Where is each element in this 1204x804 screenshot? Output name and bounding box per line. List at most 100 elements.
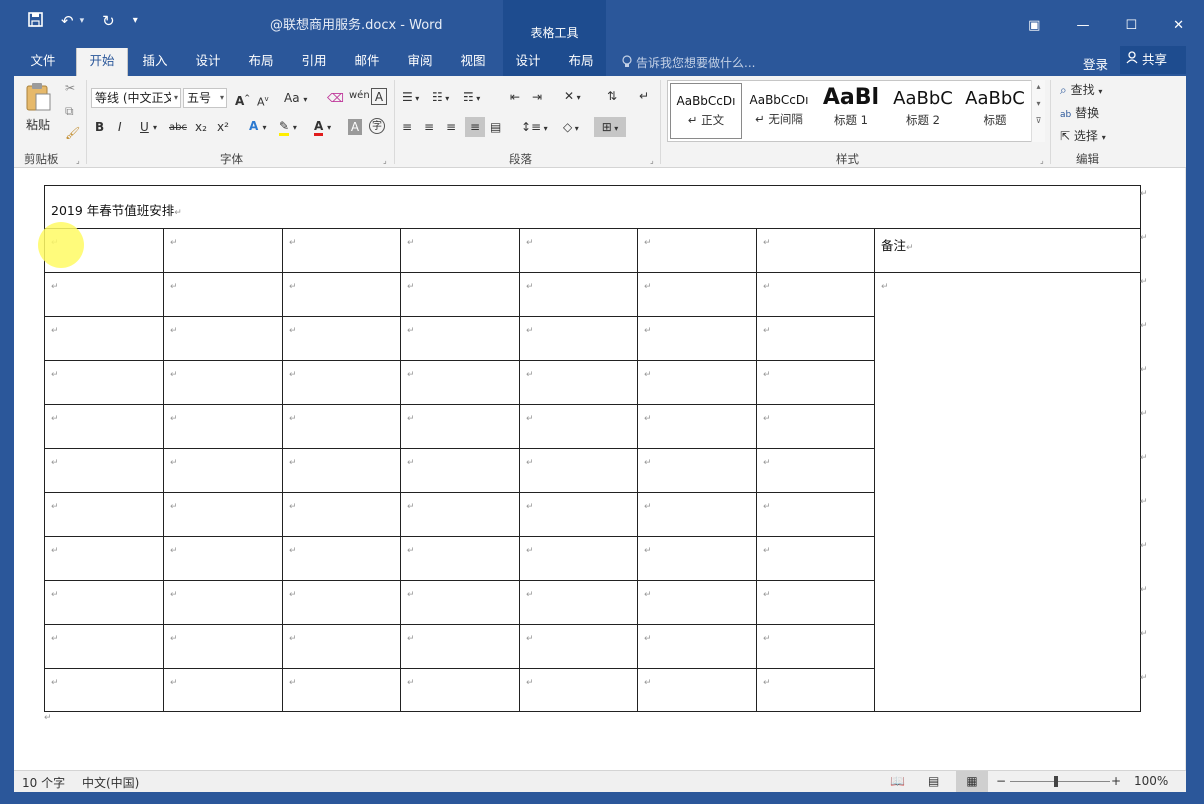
italic-button[interactable]: I (118, 119, 122, 135)
minimize-icon[interactable]: — (1076, 18, 1089, 33)
table-cell[interactable]: ↵ (282, 360, 401, 405)
save-icon[interactable] (28, 12, 43, 30)
styles-launcher-icon[interactable]: ⌟ (1040, 156, 1044, 165)
table-cell[interactable]: ↵ (400, 448, 520, 493)
tab-layout[interactable]: 布局 (236, 46, 286, 76)
replace-button[interactable]: ab 替换 (1060, 104, 1099, 121)
zoom-in-button[interactable]: + (1111, 774, 1121, 788)
duty-table[interactable]: 2019 年春节值班安排↵ ↵ ↵ ↵ ↵ ↵ ↵ ↵ 备注↵ ↵ ↵ ↵ ↵ … (44, 185, 1141, 712)
phonetic-guide-icon[interactable]: wén (349, 88, 370, 104)
font-name-combo[interactable]: 等线 (中文正文 ▾ (91, 88, 181, 108)
table-cell[interactable]: ↵ (163, 316, 283, 361)
tab-view[interactable]: 视图 (448, 46, 498, 76)
bold-button[interactable]: B (95, 119, 104, 135)
zoom-slider-handle[interactable] (1054, 776, 1058, 787)
increase-indent-icon[interactable]: ⇥ (532, 89, 542, 105)
shading-icon[interactable]: ◇ ▾ (563, 119, 579, 137)
table-cell[interactable]: ↵ (519, 624, 638, 669)
table-cell[interactable]: ↵ (282, 580, 401, 625)
find-button[interactable]: ⌕ 查找 ▾ (1060, 81, 1102, 98)
style-heading-2[interactable]: AaBbC 标题 2 (887, 83, 959, 139)
decrease-indent-icon[interactable]: ⇤ (510, 89, 520, 105)
font-color-icon[interactable]: A ▾ (314, 118, 331, 136)
table-cell[interactable]: ↵ (163, 580, 283, 625)
font-size-combo[interactable]: 五号 ▾ (183, 88, 227, 108)
justify-icon[interactable]: ≡ (465, 117, 485, 137)
superscript-button[interactable]: x² (217, 119, 229, 135)
chinese-layout-icon[interactable]: ✕ ▾ (564, 88, 581, 106)
table-cell[interactable]: ↵ (756, 624, 875, 669)
table-cell[interactable]: ↵ (44, 404, 164, 449)
remarks-header-cell[interactable]: 备注↵ (874, 228, 1141, 273)
table-cell[interactable]: ↵ (519, 360, 638, 405)
table-cell[interactable]: ↵ (400, 536, 520, 581)
table-cell[interactable]: ↵ (163, 492, 283, 537)
table-cell[interactable]: ↵ (637, 492, 757, 537)
strikethrough-button[interactable]: abc (169, 120, 187, 136)
table-cell[interactable]: ↵ (44, 536, 164, 581)
table-cell[interactable]: ↵ (44, 580, 164, 625)
table-cell[interactable]: ↵ (637, 404, 757, 449)
table-cell[interactable]: ↵ (756, 580, 875, 625)
table-cell[interactable]: ↵ (282, 228, 401, 273)
table-cell[interactable]: ↵ (44, 624, 164, 669)
font-launcher-icon[interactable]: ⌟ (383, 156, 387, 165)
table-cell[interactable]: ↵ (637, 316, 757, 361)
table-cell[interactable]: ↵ (163, 668, 283, 712)
subscript-button[interactable]: x₂ (195, 119, 207, 135)
shrink-font-icon[interactable]: Av (257, 91, 269, 111)
tab-mailings[interactable]: 邮件 (342, 46, 392, 76)
style-title[interactable]: AaBbC 标题 (959, 83, 1031, 139)
table-cell[interactable]: ↵ (756, 668, 875, 712)
table-cell[interactable]: ↵ (756, 448, 875, 493)
document-canvas[interactable]: 2019 年春节值班安排↵ ↵ ↵ ↵ ↵ ↵ ↵ ↵ 备注↵ ↵ ↵ ↵ ↵ … (14, 168, 1186, 770)
table-cell[interactable]: ↵ (282, 272, 401, 317)
table-cell[interactable]: ↵ (756, 404, 875, 449)
align-left-icon[interactable]: ≡ (402, 119, 412, 135)
table-cell[interactable]: ↵ (400, 404, 520, 449)
table-cell[interactable]: ↵ (163, 448, 283, 493)
enclose-character-icon[interactable]: A (371, 88, 387, 105)
table-cell[interactable]: ↵ (163, 272, 283, 317)
format-painter-icon[interactable]: 🖌 (65, 125, 80, 141)
table-cell[interactable]: ↵ (756, 360, 875, 405)
multilevel-list-icon[interactable]: ☶ ▾ (463, 89, 480, 107)
align-center-icon[interactable]: ≡ (424, 119, 434, 135)
select-button[interactable]: ⇱ 选择 ▾ (1060, 127, 1106, 144)
style-heading-1[interactable]: AaBl 标题 1 (815, 83, 887, 139)
tab-home[interactable]: 开始 (76, 48, 128, 76)
show-hide-marks-icon[interactable]: ↵ (639, 88, 649, 104)
table-cell[interactable]: ↵ (400, 272, 520, 317)
tell-me-search[interactable]: 告诉我您想要做什么... (622, 54, 755, 71)
zoom-out-button[interactable]: − (996, 774, 1006, 788)
table-cell[interactable]: ↵ (44, 492, 164, 537)
table-cell[interactable]: ↵ (282, 536, 401, 581)
tab-insert[interactable]: 插入 (130, 46, 180, 76)
line-spacing-icon[interactable]: ↕≡ ▾ (521, 119, 548, 137)
table-cell[interactable]: ↵ (637, 272, 757, 317)
tab-table-design[interactable]: 设计 (503, 46, 553, 76)
styles-scroll[interactable]: ▴ ▾ ⊽ (1031, 80, 1045, 142)
table-cell[interactable]: ↵ (637, 228, 757, 273)
table-cell[interactable]: ↵ (282, 492, 401, 537)
borders-icon[interactable]: ⊞ ▾ (594, 117, 626, 137)
scroll-up-icon[interactable]: ▴ (1032, 82, 1045, 91)
table-cell[interactable]: ↵ (519, 272, 638, 317)
zoom-track[interactable] (1010, 781, 1110, 782)
style-normal[interactable]: AaBbCcDı ↵ 正文 (670, 83, 742, 139)
table-cell[interactable]: ↵ (163, 536, 283, 581)
table-cell[interactable]: ↵ (756, 536, 875, 581)
print-layout-icon[interactable]: ▤ (928, 774, 939, 788)
table-cell[interactable]: ↵ (282, 448, 401, 493)
bullets-icon[interactable]: ☰ ▾ (402, 89, 419, 107)
table-cell[interactable]: ↵ (163, 228, 283, 273)
table-cell[interactable]: ↵ (519, 668, 638, 712)
table-cell[interactable]: ↵ (519, 448, 638, 493)
table-cell[interactable]: ↵ (282, 624, 401, 669)
redo-icon[interactable]: ↻ (102, 13, 115, 29)
clear-formatting-icon[interactable]: ⌫ (327, 90, 344, 106)
sort-icon[interactable]: ⇅ (607, 88, 617, 104)
table-cell[interactable]: ↵ (163, 404, 283, 449)
change-case-icon[interactable]: Aa ▾ (284, 90, 307, 108)
tab-references[interactable]: 引用 (289, 46, 339, 76)
